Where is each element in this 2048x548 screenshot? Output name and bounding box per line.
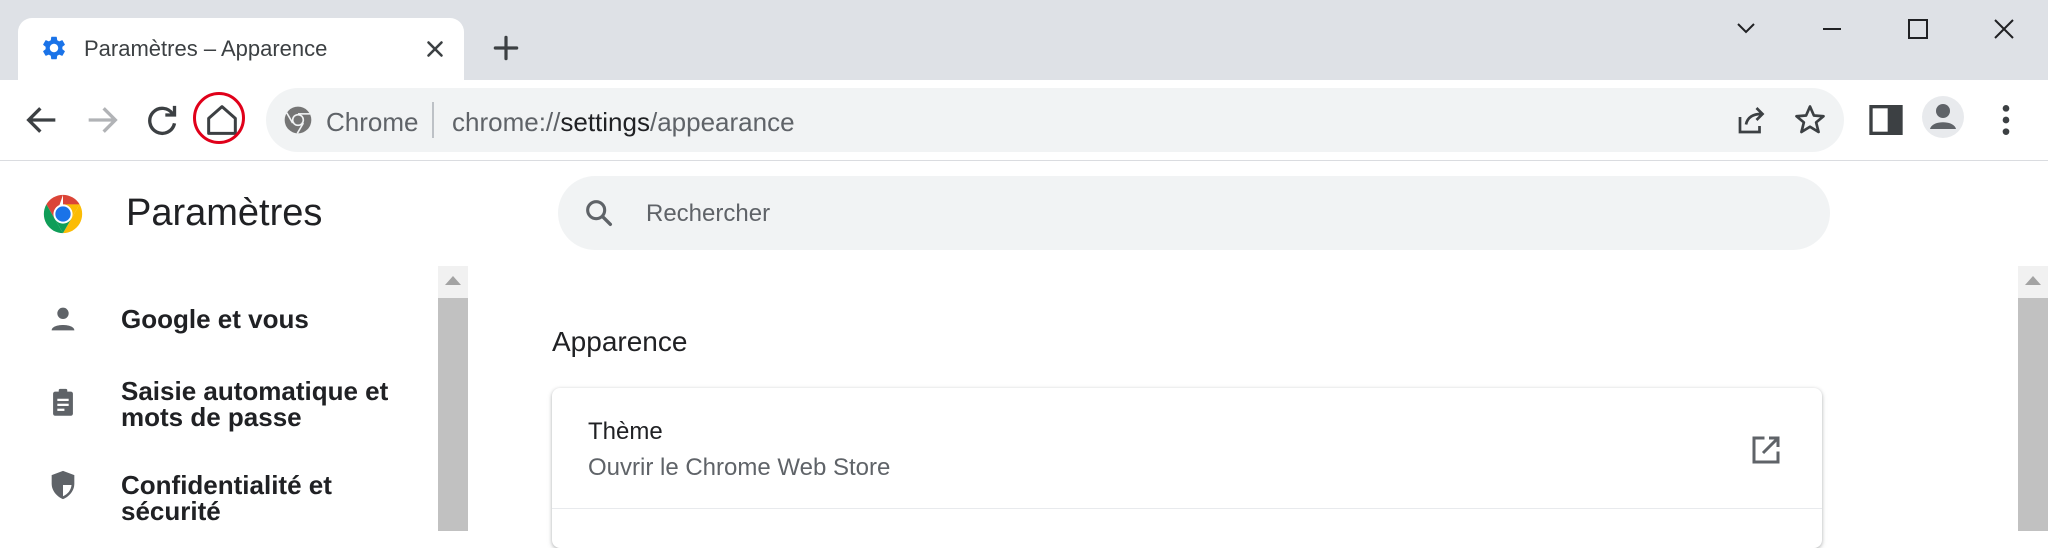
gear-icon — [43, 36, 65, 60]
plus-icon[interactable] — [490, 32, 522, 64]
search-icon — [586, 200, 613, 227]
scroll-up-arrow-icon[interactable] — [445, 276, 461, 285]
sidebar-item-label-line2: mots de passe — [121, 402, 302, 432]
tab-settings[interactable]: Paramètres – Apparence — [18, 18, 464, 80]
share-icon[interactable] — [1734, 102, 1770, 138]
sidebar-item-autofill[interactable]: Saisie automatique et mots de passe — [0, 374, 436, 434]
theme-row-title: Thème — [588, 418, 663, 445]
scrollbar-thumb[interactable] — [438, 298, 468, 531]
main-scrollbar[interactable] — [2018, 266, 2048, 531]
menu-dots-icon[interactable] — [1986, 100, 2026, 140]
close-icon[interactable] — [1976, 14, 2032, 44]
sidebar-scrollbar[interactable] — [438, 266, 468, 531]
close-icon[interactable] — [422, 36, 448, 62]
section-title: Apparence — [552, 326, 688, 357]
url-scheme: chrome:// — [452, 107, 561, 137]
sidebar-item-label: Confidentialité et sécurité — [121, 470, 332, 526]
back-arrow-icon[interactable] — [22, 100, 62, 140]
shield-icon — [51, 470, 75, 500]
side-panel-icon[interactable] — [1866, 100, 1906, 140]
scroll-up-arrow-icon[interactable] — [2025, 276, 2041, 285]
sidebar-item-label: Google et vous — [121, 304, 309, 334]
address-bar[interactable]: Chrome chrome://settings/appearance — [266, 88, 1844, 152]
row-divider — [552, 508, 1822, 509]
page-title: Paramètres — [126, 192, 323, 234]
chrome-icon — [284, 106, 312, 134]
url-text: chrome://settings/appearance — [452, 107, 795, 138]
maximize-icon[interactable] — [1890, 14, 1946, 44]
sidebar-item-google[interactable]: Google et vous — [0, 300, 436, 340]
profile-icon — [1930, 104, 1956, 129]
appearance-card: Thème Ouvrir le Chrome Web Store — [552, 388, 1822, 548]
chrome-logo — [43, 194, 83, 234]
url-path: /appearance — [649, 107, 795, 137]
reload-icon[interactable] — [142, 100, 182, 140]
toolbar: Chrome chrome://settings/appearance — [0, 80, 2048, 161]
sidebar-item-privacy[interactable]: Confidentialité et sécurité — [0, 466, 436, 524]
omnibox-divider — [432, 102, 434, 138]
profile-avatar[interactable] — [1922, 96, 1964, 138]
theme-row-subtitle: Ouvrir le Chrome Web Store — [588, 454, 891, 481]
home-button-highlight — [193, 92, 245, 144]
url-host: settings — [560, 107, 650, 137]
forward-arrow-icon[interactable] — [82, 100, 122, 140]
minimize-icon[interactable] — [1804, 14, 1860, 44]
star-icon[interactable] — [1792, 102, 1828, 138]
clipboard-icon — [53, 388, 73, 416]
search-input[interactable] — [644, 192, 1748, 236]
settings-search[interactable] — [558, 176, 1830, 250]
sidebar-item-label-line1: Saisie automatique et — [121, 376, 389, 406]
person-icon — [51, 307, 75, 331]
tab-strip: Paramètres – Apparence — [0, 0, 2048, 80]
open-in-new-icon[interactable] — [1748, 432, 1784, 468]
chevron-down-icon[interactable] — [1718, 14, 1774, 44]
scrollbar-thumb[interactable] — [2018, 298, 2048, 531]
tab-title: Paramètres – Apparence — [84, 36, 328, 61]
omnibox-chip-label: Chrome — [326, 107, 419, 137]
